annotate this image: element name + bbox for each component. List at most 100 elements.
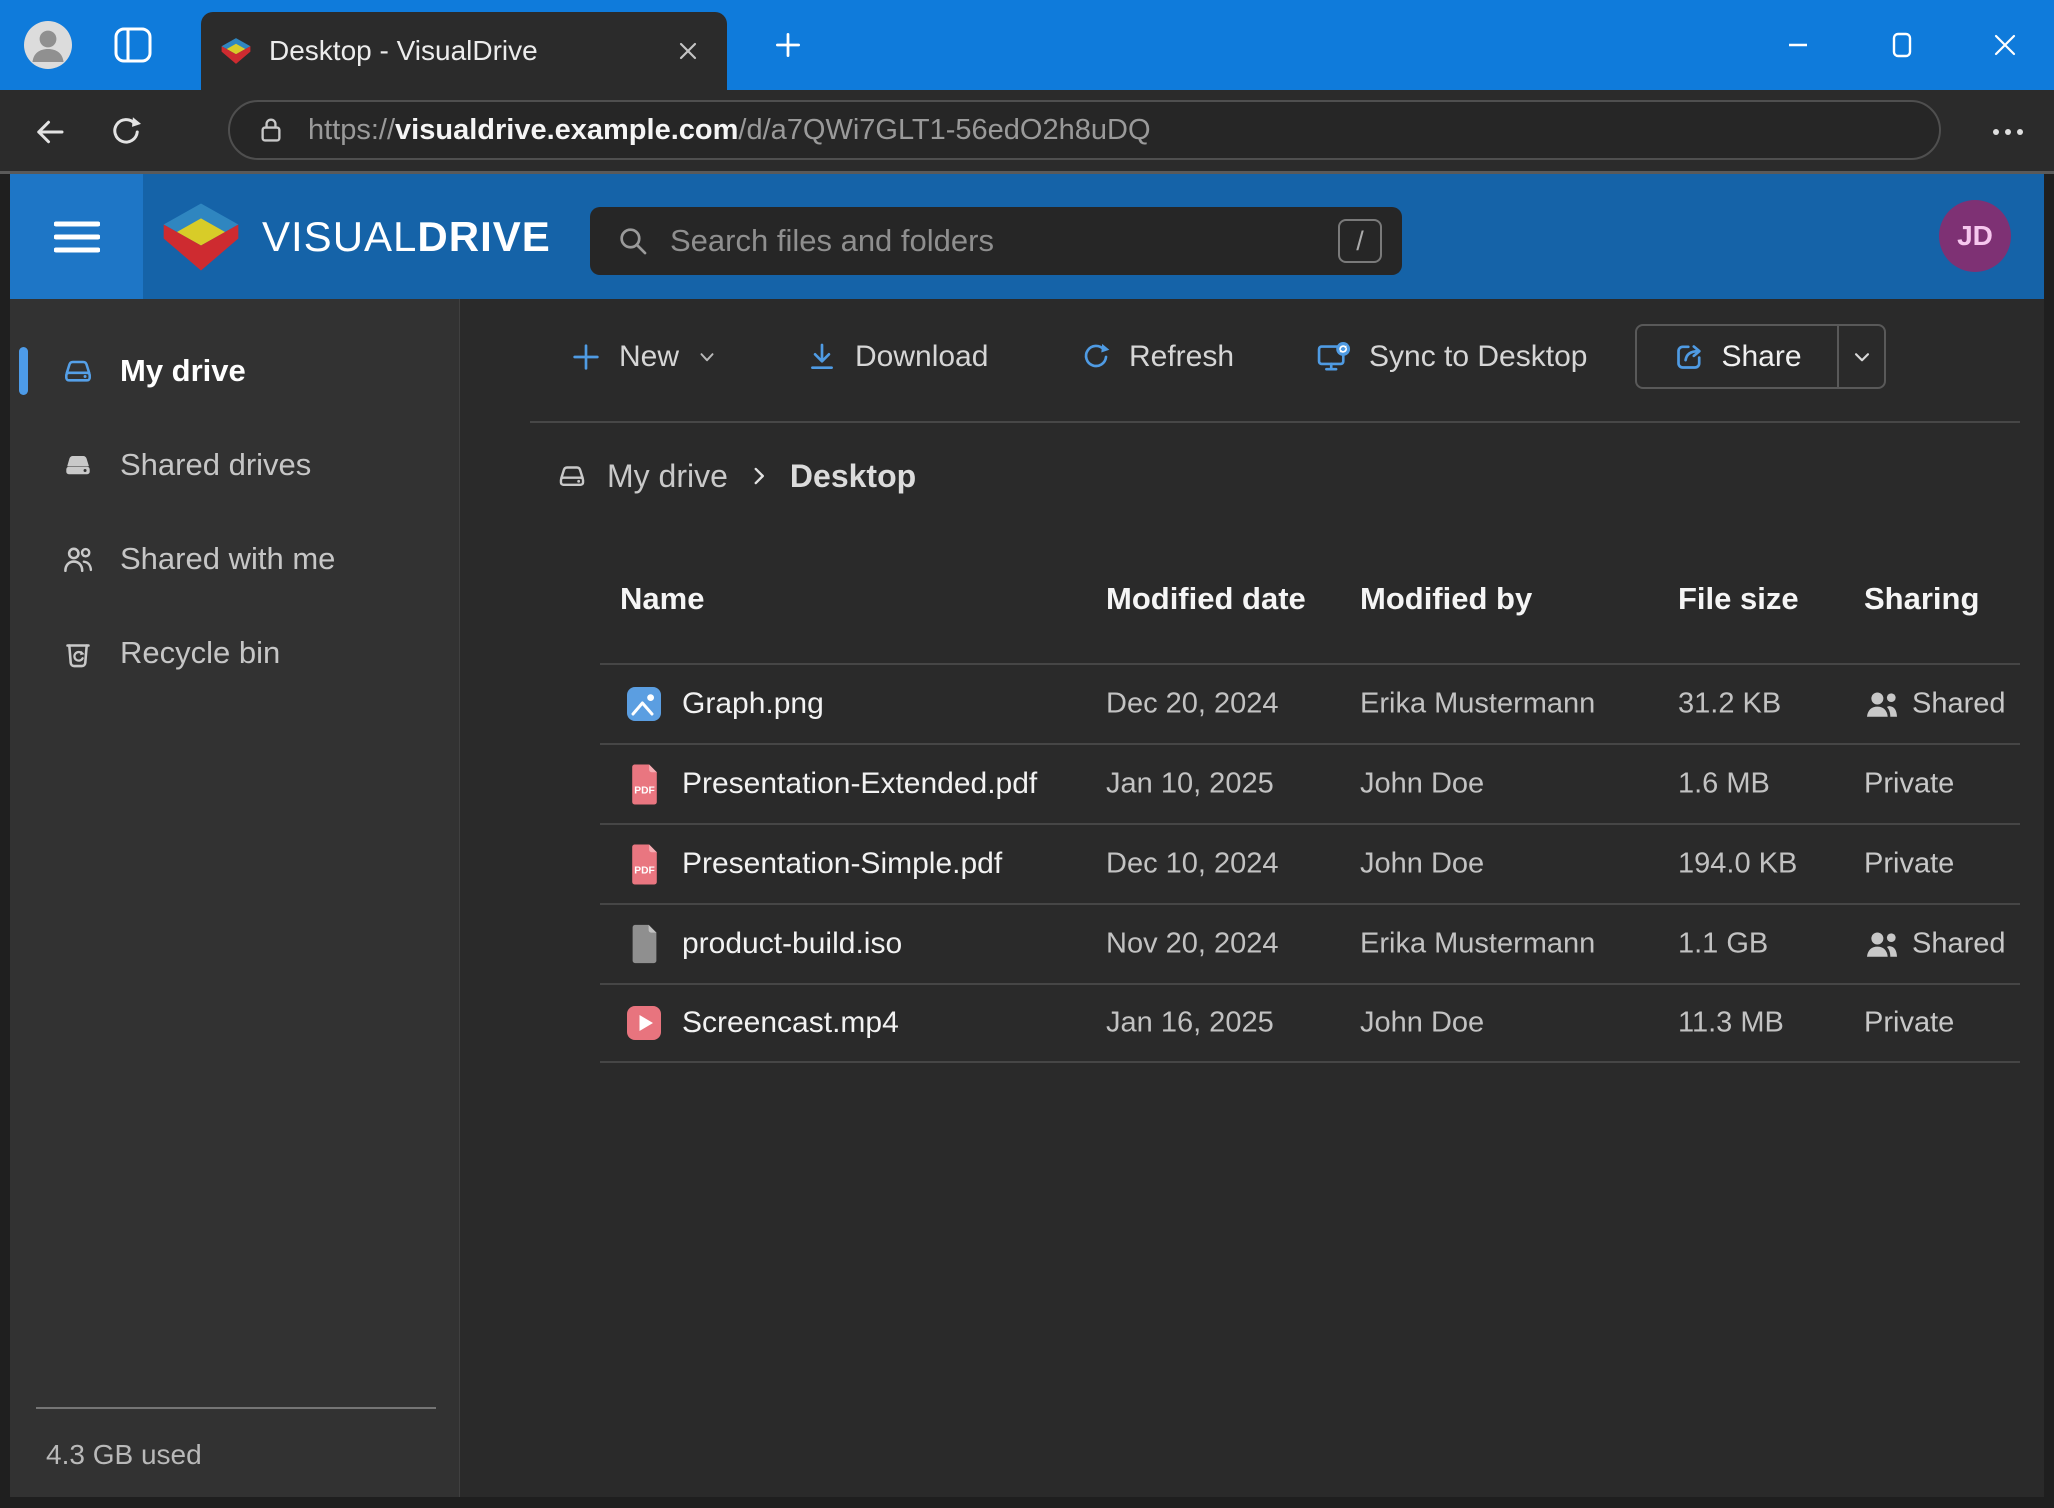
visualdrive-logo-icon <box>162 202 240 272</box>
window-maximize-icon[interactable] <box>1874 0 1930 90</box>
column-header-sharing[interactable]: Sharing <box>1864 581 1979 617</box>
sync-to-desktop-button[interactable]: Sync to Desktop <box>1316 324 1587 389</box>
chevron-down-icon <box>1849 344 1875 370</box>
file-sharing: Private <box>1864 1007 1954 1040</box>
url-host: visualdrive.example.com <box>395 114 738 146</box>
plus-icon <box>570 341 602 373</box>
pdf-file-icon: PDF <box>624 762 664 806</box>
active-indicator <box>19 347 28 395</box>
shared-people-icon <box>1864 689 1900 719</box>
browser-menu-icon[interactable] <box>1983 110 2033 154</box>
share-dropdown-button[interactable] <box>1837 326 1884 387</box>
file-row-presentation-extended-pdf[interactable]: PDF Presentation-Extended.pdf Jan 10, 20… <box>600 743 2020 823</box>
file-modified-by: Erika Mustermann <box>1360 928 1595 961</box>
file-name: Screencast.mp4 <box>682 1006 899 1040</box>
storage-usage: 4.3 GB used <box>46 1439 202 1471</box>
column-header-name[interactable]: Name <box>620 581 704 617</box>
browser-url-row: https://visualdrive.example.com/d/a7QWi7… <box>0 90 2054 174</box>
file-sharing: Private <box>1864 768 1954 801</box>
svg-text:PDF: PDF <box>634 865 655 876</box>
download-icon <box>806 341 838 373</box>
workspaces-icon[interactable] <box>112 25 154 65</box>
file-row-graph-png[interactable]: Graph.png Dec 20, 2024 Erika Mustermann … <box>600 663 2020 743</box>
refresh-button-label: Refresh <box>1129 340 1234 374</box>
file-name: Graph.png <box>682 687 824 721</box>
url-text: https://visualdrive.example.com/d/a7QWi7… <box>308 114 1151 147</box>
person-icon <box>24 21 72 69</box>
new-tab-icon[interactable] <box>768 25 808 65</box>
browser-titlebar: Desktop - VisualDrive <box>0 0 2054 90</box>
video-file-icon <box>624 1001 664 1045</box>
file-list: Graph.png Dec 20, 2024 Erika Mustermann … <box>600 663 2020 1063</box>
chevron-right-icon <box>746 463 772 489</box>
file-row-product-build-iso[interactable]: product-build.iso Nov 20, 2024 Erika Mus… <box>600 903 2020 983</box>
address-bar[interactable]: https://visualdrive.example.com/d/a7QWi7… <box>228 100 1941 160</box>
share-split-button: Share <box>1635 324 1886 389</box>
file-modified-date: Dec 20, 2024 <box>1106 688 1279 721</box>
window-minimize-icon[interactable] <box>1770 0 1826 90</box>
file-size: 194.0 KB <box>1678 848 1797 881</box>
svg-text:PDF: PDF <box>634 785 655 796</box>
app-header: VISUALDRIVE / JD <box>10 174 2044 299</box>
file-row-presentation-simple-pdf[interactable]: PDF Presentation-Simple.pdf Dec 10, 2024… <box>600 823 2020 903</box>
content-area: My drive Shared drives Shared with me <box>10 299 2044 1497</box>
column-header-file-size[interactable]: File size <box>1678 581 1799 617</box>
url-scheme: https:// <box>308 114 395 146</box>
sharing-label: Private <box>1864 848 1954 881</box>
file-size: 1.1 GB <box>1678 928 1768 961</box>
hamburger-menu-icon[interactable] <box>10 174 143 299</box>
user-avatar[interactable]: JD <box>1939 200 2011 272</box>
share-button[interactable]: Share <box>1637 326 1837 387</box>
sidebar-item-label: My drive <box>120 353 246 389</box>
visualdrive-page: VISUALDRIVE / JD My drive <box>10 174 2044 1497</box>
drive-icon <box>555 459 589 493</box>
shared-drives-icon <box>60 447 96 483</box>
browser-profile-avatar[interactable] <box>24 21 72 69</box>
brand-first: VISUAL <box>262 213 417 261</box>
download-button[interactable]: Download <box>806 324 988 389</box>
shared-people-icon <box>1864 929 1900 959</box>
sync-button-label: Sync to Desktop <box>1369 340 1587 374</box>
file-sharing: Shared <box>1864 688 2006 721</box>
search-icon <box>616 224 650 258</box>
breadcrumb: My drive Desktop <box>555 451 916 501</box>
browser-tab[interactable]: Desktop - VisualDrive <box>201 12 727 90</box>
sidebar-item-my-drive[interactable]: My drive <box>10 347 459 395</box>
tab-close-icon[interactable] <box>669 32 707 70</box>
sidebar-item-shared-with-me[interactable]: Shared with me <box>10 535 459 583</box>
brand-second: DRIVE <box>417 213 550 261</box>
file-name: Presentation-Extended.pdf <box>682 767 1037 801</box>
file-modified-by: John Doe <box>1360 768 1484 801</box>
sidebar-item-label: Recycle bin <box>120 635 280 671</box>
drive-icon <box>60 353 96 389</box>
sharing-label: Private <box>1864 1007 1954 1040</box>
window-close-icon[interactable] <box>1977 0 2033 90</box>
chevron-down-icon <box>696 346 718 368</box>
recycle-bin-icon <box>60 635 96 671</box>
pdf-file-icon: PDF <box>624 842 664 886</box>
search-shortcut-badge: / <box>1338 219 1382 263</box>
search-input[interactable] <box>670 223 1338 259</box>
file-modified-by: John Doe <box>1360 848 1484 881</box>
file-modified-date: Dec 10, 2024 <box>1106 848 1279 881</box>
breadcrumb-root[interactable]: My drive <box>607 458 728 495</box>
download-button-label: Download <box>855 340 988 374</box>
brand-wordmark: VISUALDRIVE <box>262 174 551 299</box>
reload-icon[interactable] <box>104 110 148 154</box>
new-button[interactable]: New <box>570 324 718 389</box>
file-modified-by: Erika Mustermann <box>1360 688 1595 721</box>
sidebar-item-label: Shared with me <box>120 541 335 577</box>
lock-icon <box>256 114 286 146</box>
refresh-button[interactable]: Refresh <box>1080 324 1234 389</box>
back-icon[interactable] <box>28 110 72 154</box>
search-box[interactable]: / <box>590 207 1402 275</box>
people-icon <box>60 541 96 577</box>
sidebar-item-label: Shared drives <box>120 447 311 483</box>
sidebar-item-recycle-bin[interactable]: Recycle bin <box>10 629 459 677</box>
column-header-modified-date[interactable]: Modified date <box>1106 581 1306 617</box>
sharing-label: Shared <box>1912 928 2006 961</box>
file-row-screencast-mp4[interactable]: Screencast.mp4 Jan 16, 2025 John Doe 11.… <box>600 983 2020 1063</box>
sidebar-item-shared-drives[interactable]: Shared drives <box>10 441 459 489</box>
column-header-modified-by[interactable]: Modified by <box>1360 581 1532 617</box>
breadcrumb-current: Desktop <box>790 458 916 495</box>
